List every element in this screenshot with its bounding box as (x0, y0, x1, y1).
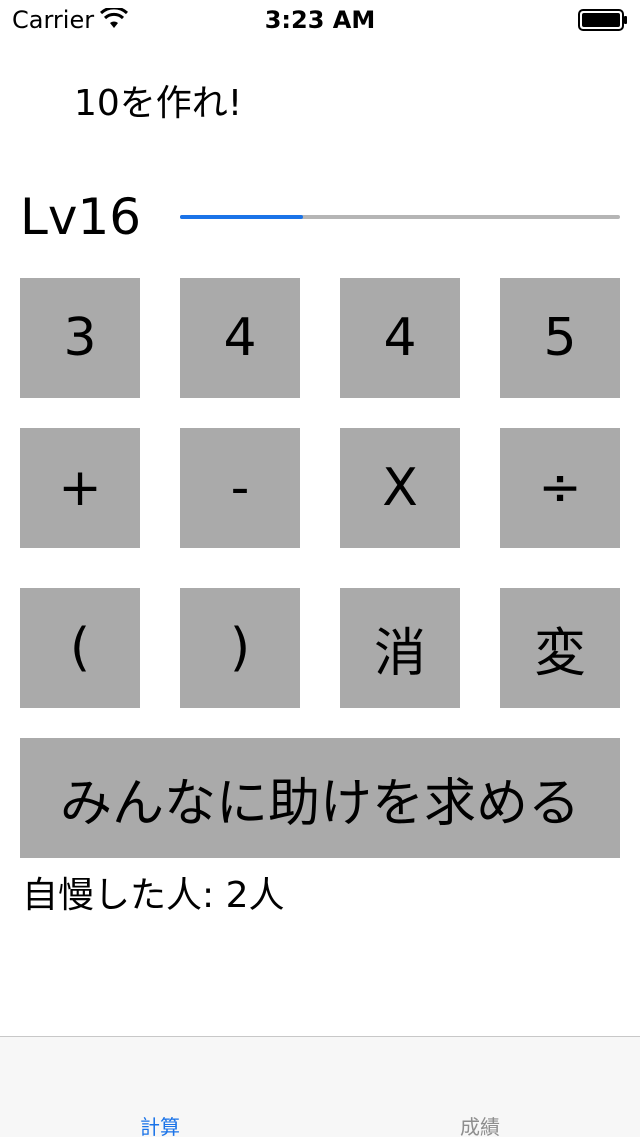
level-progress-bar (180, 215, 620, 219)
divide-key[interactable]: ÷ (500, 428, 620, 548)
challenge-prompt: 10を作れ! (74, 83, 243, 124)
boast-count-label: 自慢した人: 2人 (22, 875, 285, 916)
multiply-key[interactable]: X (340, 428, 460, 548)
number-key-4[interactable]: 5 (500, 278, 620, 398)
status-bar: Carrier 3:23 AM (0, 0, 640, 40)
clock: 3:23 AM (264, 6, 376, 34)
tab-bar: 計算 成績 (0, 1036, 640, 1139)
battery-icon (578, 9, 627, 31)
level-label: Lv16 (20, 188, 142, 246)
plus-key[interactable]: + (20, 428, 140, 548)
level-progress-fill (180, 215, 304, 219)
ask-for-help-button[interactable]: みんなに助けを求める (20, 738, 620, 858)
close-paren-key[interactable]: ) (180, 588, 300, 708)
open-paren-key[interactable]: ( (20, 588, 140, 708)
number-key-2[interactable]: 4 (180, 278, 300, 398)
number-key-3[interactable]: 4 (340, 278, 460, 398)
minus-key[interactable]: - (180, 428, 300, 548)
number-key-1[interactable]: 3 (20, 278, 140, 398)
clear-key[interactable]: 消 (340, 588, 460, 708)
change-key[interactable]: 変 (500, 588, 620, 708)
